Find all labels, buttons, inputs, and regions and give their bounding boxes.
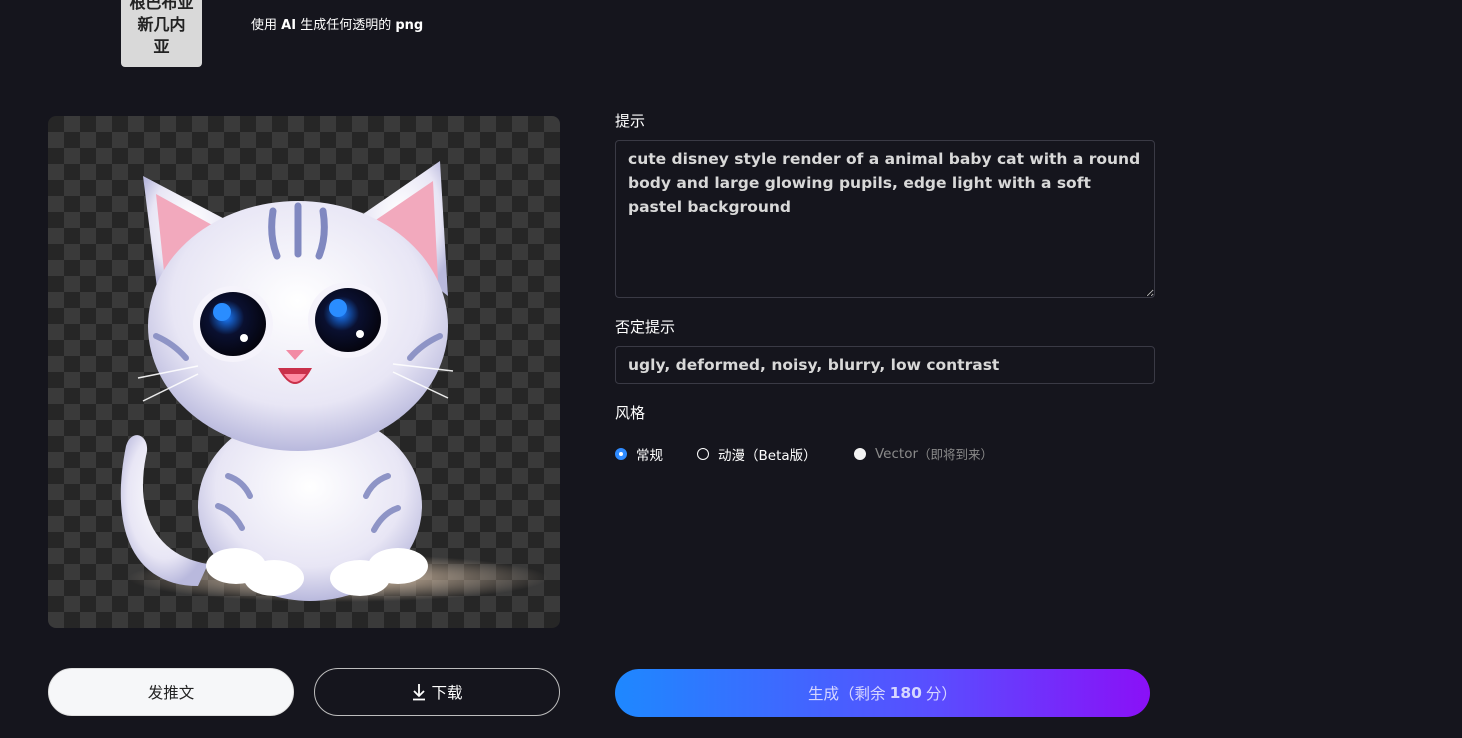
generate-prefix: 生成（剩余: [808, 685, 886, 703]
tagline-png: png: [395, 18, 424, 33]
style-option-normal[interactable]: 常规: [615, 444, 663, 464]
logo-line-1: 根巴布亚: [129, 0, 194, 12]
radio-disabled-icon: [854, 447, 866, 460]
radio-unselected-icon[interactable]: [697, 448, 709, 460]
prompt-textarea[interactable]: cute disney style render of a animal bab…: [615, 140, 1155, 298]
negative-prompt-label: 否定提示: [615, 318, 676, 336]
style-option-vector: Vector （即将到来）: [854, 444, 993, 463]
negative-prompt-input[interactable]: [615, 346, 1155, 384]
generated-image-preview: [48, 116, 560, 628]
style-option-anime-label: 动漫（Beta版）: [718, 448, 817, 464]
logo-line-3: 亚: [153, 37, 170, 56]
style-option-vector-coming-soon: （即将到来）: [918, 447, 994, 462]
download-icon: [413, 684, 426, 701]
tagline-middle: 生成任何透明的: [300, 18, 392, 33]
generate-suffix: 分）: [925, 685, 957, 703]
logo-line-2: 新几内: [137, 15, 186, 34]
radio-selected-icon[interactable]: [615, 448, 627, 460]
download-button-label: 下载: [431, 684, 463, 702]
download-button[interactable]: 下载: [314, 668, 560, 716]
style-option-normal-label: 常规: [636, 448, 663, 464]
tweet-button[interactable]: 发推文: [48, 668, 294, 716]
tweet-button-label: 发推文: [147, 684, 195, 702]
tagline-prefix: 使用: [251, 18, 278, 33]
kitten-illustration: [120, 161, 548, 602]
page-tagline: 使用 AI 生成任何透明的 png: [251, 14, 423, 33]
style-option-anime[interactable]: 动漫（Beta版）: [697, 444, 817, 464]
generate-button[interactable]: 生成（剩余 180 分）: [615, 669, 1150, 717]
prompt-label: 提示: [615, 112, 646, 130]
style-label: 风格: [615, 404, 646, 422]
tagline-ai: AI: [281, 18, 297, 33]
style-option-vector-label: Vector: [875, 445, 919, 462]
generate-remaining-count: 180: [889, 684, 922, 702]
country-logo-tile: 根巴布亚 新几内 亚: [121, 0, 202, 67]
